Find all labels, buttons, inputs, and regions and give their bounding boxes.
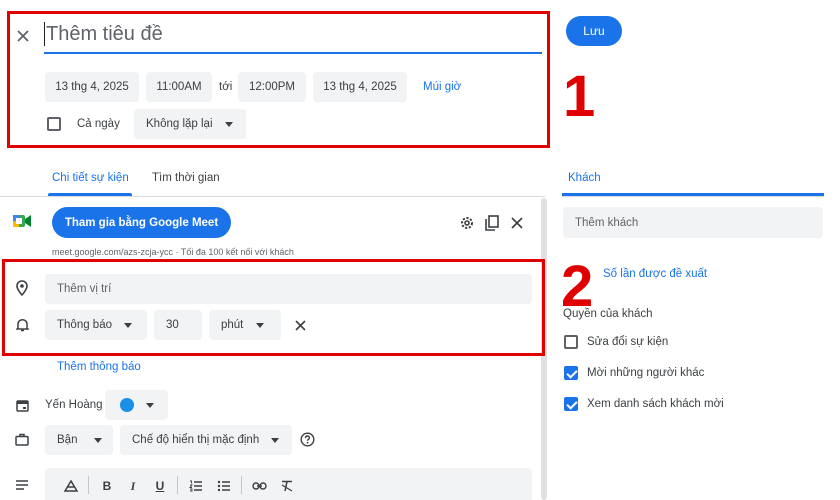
clear-formatting-icon[interactable] [278,478,296,494]
toolbar-divider [88,476,89,494]
permission-invite-others-checkbox[interactable] [564,366,578,380]
join-google-meet-button[interactable]: Tham gia bằng Google Meet [52,207,231,238]
remove-meet-icon[interactable] [508,214,526,232]
permission-modify-event-checkbox[interactable] [564,335,578,349]
settings-gear-icon[interactable] [458,214,476,232]
annotation-box-2 [2,259,545,356]
add-guests-input[interactable]: Thêm khách [563,207,823,238]
visibility-dropdown[interactable]: Chế độ hiển thị mặc định [120,425,292,455]
chevron-down-icon [271,437,280,443]
chevron-down-icon [94,437,103,443]
tab-find-time[interactable]: Tìm thời gian [152,172,220,184]
chevron-down-icon [145,402,154,408]
guest-permissions-title: Quyền của khách [563,308,653,320]
meet-info-text: meet.google.com/azs-zcja-ycc · Tối đa 10… [52,247,294,257]
calendar-icon [14,397,30,413]
calendar-owner-name: Yến Hoàng [45,399,103,411]
link-icon[interactable] [250,478,268,494]
help-icon[interactable] [299,431,316,448]
tab-event-details[interactable]: Chi tiết sự kiện [52,172,129,184]
copy-icon[interactable] [483,214,501,232]
permission-modify-event-label: Sửa đổi sự kiện [587,336,669,348]
visibility-value: Chế độ hiển thị mặc định [132,434,260,446]
toolbar-divider [241,476,242,494]
toolbar-divider [177,476,178,494]
bulleted-list-icon[interactable] [215,478,233,494]
permission-see-guest-list-checkbox[interactable] [564,397,578,411]
tabs-divider [0,196,545,197]
tab-guests[interactable]: Khách [568,172,601,184]
briefcase-icon [14,431,30,447]
annotation-box-1 [7,11,550,148]
permission-see-guest-list-label: Xem danh sách khách mời [587,398,724,410]
italic-icon[interactable]: I [125,478,141,494]
suggested-times-link[interactable]: Số lần được đề xuất [603,268,707,280]
save-button-label: Lưu [583,24,605,38]
calendar-color-dot [119,398,134,412]
busy-status-value: Bận [57,434,78,446]
drive-attachment-icon[interactable] [63,478,79,494]
bold-icon[interactable]: B [99,478,115,494]
permission-invite-others-label: Mời những người khác [587,367,705,379]
guests-tab-divider [562,196,824,197]
description-icon [14,478,30,492]
save-button[interactable]: Lưu [566,16,622,46]
join-meet-label: Tham gia bằng Google Meet [64,216,219,229]
numbered-list-icon[interactable] [187,478,205,494]
add-notification-link[interactable]: Thêm thông báo [57,361,141,373]
calendar-color-dropdown[interactable] [105,390,168,420]
google-meet-icon [13,213,31,229]
busy-status-dropdown[interactable]: Bận [45,425,113,455]
annotation-number-1: 1 [563,64,596,129]
underline-icon[interactable]: U [152,478,168,494]
add-guests-placeholder: Thêm khách [575,216,639,229]
